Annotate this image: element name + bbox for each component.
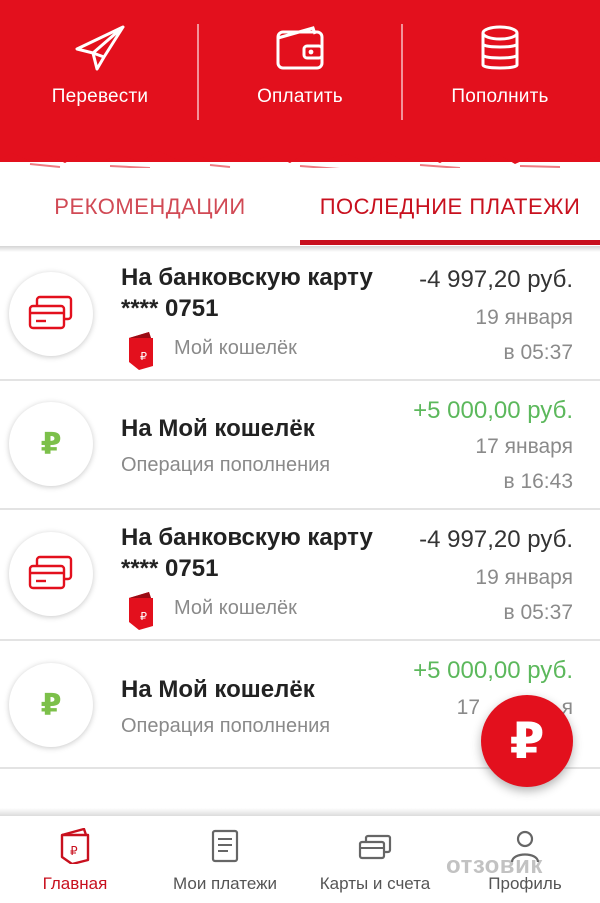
coins-stack-icon: [481, 25, 519, 70]
transaction-time: в 05:37: [503, 601, 573, 624]
nav-cards-accounts[interactable]: Карты и счета: [300, 816, 450, 903]
transaction-time: в 05:37: [503, 341, 573, 364]
nav-home-label: Главная: [42, 874, 108, 893]
transaction-title: На Мой кошелёк: [121, 415, 315, 442]
transfer-label: Перевести: [51, 86, 149, 107]
transaction-date: 17 января: [475, 435, 573, 458]
transaction-title: На Мой кошелёк: [121, 676, 315, 703]
transaction-item[interactable]: На банковскую карту **** 0751 ₽ Мой коше…: [0, 252, 600, 381]
header-divider: [197, 24, 199, 120]
tab-recommendations[interactable]: РЕКОМЕНДАЦИИ: [0, 168, 300, 246]
top-action-bar: Перевести Оплатить Пополнить: [0, 0, 600, 162]
top-up-label: Пополнить: [451, 86, 549, 107]
pay-button[interactable]: Оплатить: [200, 0, 400, 135]
top-up-icon: ₽: [9, 402, 93, 486]
transaction-amount: -4 997,20 руб.: [419, 526, 573, 553]
transaction-subtitle: Операция пополнения: [121, 454, 331, 476]
transaction-item[interactable]: ₽ На Мой кошелёк Операция пополнения +5 …: [0, 381, 600, 510]
cards-icon: [28, 295, 73, 330]
transaction-amount: +5 000,00 руб.: [413, 397, 573, 424]
transfer-button[interactable]: Перевести: [0, 0, 200, 135]
transaction-time: в 16:43: [503, 470, 573, 493]
pay-label: Оплатить: [257, 86, 343, 107]
transaction-item[interactable]: На банковскую карту **** 0751 ₽ Мой коше…: [0, 510, 600, 641]
transaction-title: На банковскую карту **** 0751: [121, 264, 373, 322]
svg-text:₽: ₽: [140, 610, 147, 623]
tab-last-payments[interactable]: ПОСЛЕДНИЕ ПЛАТЕЖИ: [300, 168, 600, 246]
cards-icon: [28, 555, 73, 590]
ruble-icon: ₽: [40, 688, 62, 722]
transaction-subtitle: Мой кошелёк: [174, 337, 297, 359]
bottom-nav-shadow: [0, 808, 600, 816]
wallet-logo-icon: ₽: [60, 828, 90, 864]
watermark: отзовик: [446, 852, 543, 879]
transaction-amount: +5 000,00 руб.: [413, 657, 573, 684]
nav-my-payments[interactable]: Мои платежи: [150, 816, 300, 903]
wallet-logo-icon: ₽: [129, 332, 153, 370]
tab-bar: РЕКОМЕНДАЦИИ ПОСЛЕДНИЕ ПЛАТЕЖИ: [0, 168, 600, 246]
transaction-date: 17: [456, 696, 480, 719]
nav-my-payments-label: Мои платежи: [173, 874, 277, 893]
svg-text:₽: ₽: [70, 844, 78, 858]
paper-plane-icon: [75, 25, 125, 71]
transaction-date: 19 января: [475, 566, 573, 589]
new-payment-fab[interactable]: ₽: [481, 695, 573, 787]
card-transfer-icon: [9, 272, 93, 356]
active-tab-indicator: [300, 240, 600, 245]
ruble-icon: ₽: [40, 427, 62, 461]
transaction-subtitle: Мой кошелёк: [174, 597, 297, 619]
transaction-subtitle: Операция пополнения: [121, 715, 331, 737]
receipt-icon: [211, 829, 239, 863]
card-transfer-icon: [9, 532, 93, 616]
cards-icon: [358, 834, 392, 860]
svg-text:₽: ₽: [140, 350, 147, 363]
wallet-logo-icon: ₽: [129, 592, 153, 630]
transaction-amount: -4 997,20 руб.: [419, 266, 573, 293]
nav-home[interactable]: ₽ Главная: [0, 816, 150, 903]
nav-cards-accounts-label: Карты и счета: [319, 874, 431, 893]
top-up-button[interactable]: Пополнить: [400, 0, 600, 135]
transaction-title: На банковскую карту **** 0751: [121, 524, 373, 582]
top-up-icon: ₽: [9, 663, 93, 747]
wallet-icon: [276, 26, 324, 70]
transaction-date: 19 января: [475, 306, 573, 329]
